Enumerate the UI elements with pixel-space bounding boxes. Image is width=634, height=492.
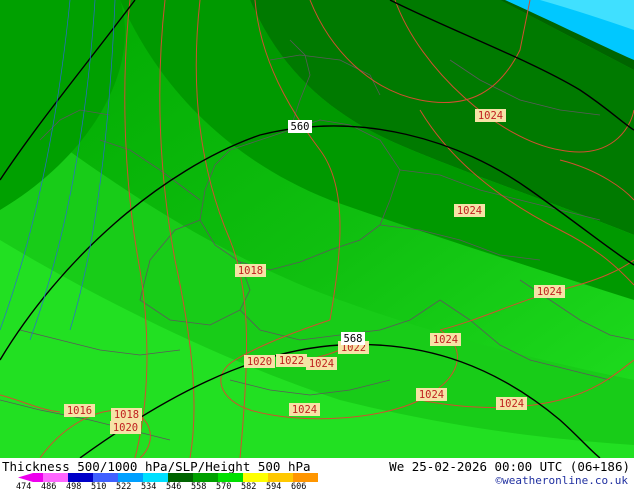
isobar-label: 1020 xyxy=(110,421,141,434)
weather-map: 1024 1024 1018 1024 1024 1022 1020 1022 … xyxy=(0,0,634,458)
svg-text:1016: 1016 xyxy=(67,405,92,417)
svg-text:1024: 1024 xyxy=(537,286,562,298)
svg-text:568: 568 xyxy=(344,333,363,345)
scale-tick-label: 534 xyxy=(141,482,157,492)
isobar-label: 1018 xyxy=(111,408,142,421)
scale-swatch xyxy=(168,473,193,482)
scale-swatch xyxy=(243,473,268,482)
scale-tick-label: 510 xyxy=(91,482,107,492)
svg-text:1024: 1024 xyxy=(499,398,524,410)
scale-tick-label: 474 xyxy=(16,482,32,492)
scale-swatch xyxy=(193,473,218,482)
scale-swatch xyxy=(68,473,93,482)
map-title: Thickness 500/1000 hPa/SLP/Height 500 hP… xyxy=(2,459,311,474)
scale-tick-label: 546 xyxy=(166,482,182,492)
scale-swatch xyxy=(268,473,293,482)
scale-tick-label: 522 xyxy=(116,482,132,492)
scale-swatch xyxy=(143,473,168,482)
isobar-label: 1024 xyxy=(289,403,320,416)
svg-text:1018: 1018 xyxy=(114,409,139,421)
svg-text:1024: 1024 xyxy=(419,389,444,401)
scale-tick-label: 570 xyxy=(216,482,232,492)
svg-text:1024: 1024 xyxy=(309,358,334,370)
height-label: 568 xyxy=(341,332,365,345)
isobar-label: 1022 xyxy=(276,354,307,367)
isobar-label: 1024 xyxy=(534,285,565,298)
scale-swatch xyxy=(293,473,318,482)
scale-swatch xyxy=(218,473,243,482)
svg-text:1020: 1020 xyxy=(247,356,272,368)
scale-swatch xyxy=(33,473,43,482)
map-datetime: We 25-02-2026 00:00 UTC (06+186) xyxy=(389,459,630,474)
svg-text:1022: 1022 xyxy=(279,355,304,367)
scale-tick-label: 558 xyxy=(191,482,207,492)
isobar-label: 1016 xyxy=(64,404,95,417)
isobar-label: 1024 xyxy=(454,204,485,217)
scale-tick-label: 606 xyxy=(291,482,307,492)
map-footer: Thickness 500/1000 hPa/SLP/Height 500 hP… xyxy=(0,458,634,492)
scale-tick-label: 582 xyxy=(241,482,257,492)
isobar-label: 1024 xyxy=(306,357,337,370)
svg-text:1024: 1024 xyxy=(292,404,317,416)
svg-text:1020: 1020 xyxy=(113,422,138,434)
isobar-label: 1024 xyxy=(430,333,461,346)
scale-swatch xyxy=(43,473,68,482)
scale-swatch xyxy=(118,473,143,482)
svg-text:1024: 1024 xyxy=(433,334,458,346)
height-label: 560 xyxy=(288,120,312,133)
svg-text:1024: 1024 xyxy=(478,110,503,122)
scale-arrow xyxy=(18,473,33,482)
scale-tick-label: 594 xyxy=(266,482,282,492)
scale-tick-label: 498 xyxy=(66,482,82,492)
credit-link[interactable]: ©weatheronline.co.uk xyxy=(496,474,628,487)
svg-text:1018: 1018 xyxy=(238,265,263,277)
svg-text:1024: 1024 xyxy=(457,205,482,217)
isobar-label: 1024 xyxy=(416,388,447,401)
scale-tick-label: 486 xyxy=(41,482,57,492)
scale-swatch xyxy=(93,473,118,482)
isobar-label: 1024 xyxy=(475,109,506,122)
isobar-label: 1018 xyxy=(235,264,266,277)
thickness-color-scale xyxy=(18,473,318,482)
isobar-label: 1020 xyxy=(244,355,275,368)
isobar-label: 1024 xyxy=(496,397,527,410)
svg-text:560: 560 xyxy=(291,121,310,133)
